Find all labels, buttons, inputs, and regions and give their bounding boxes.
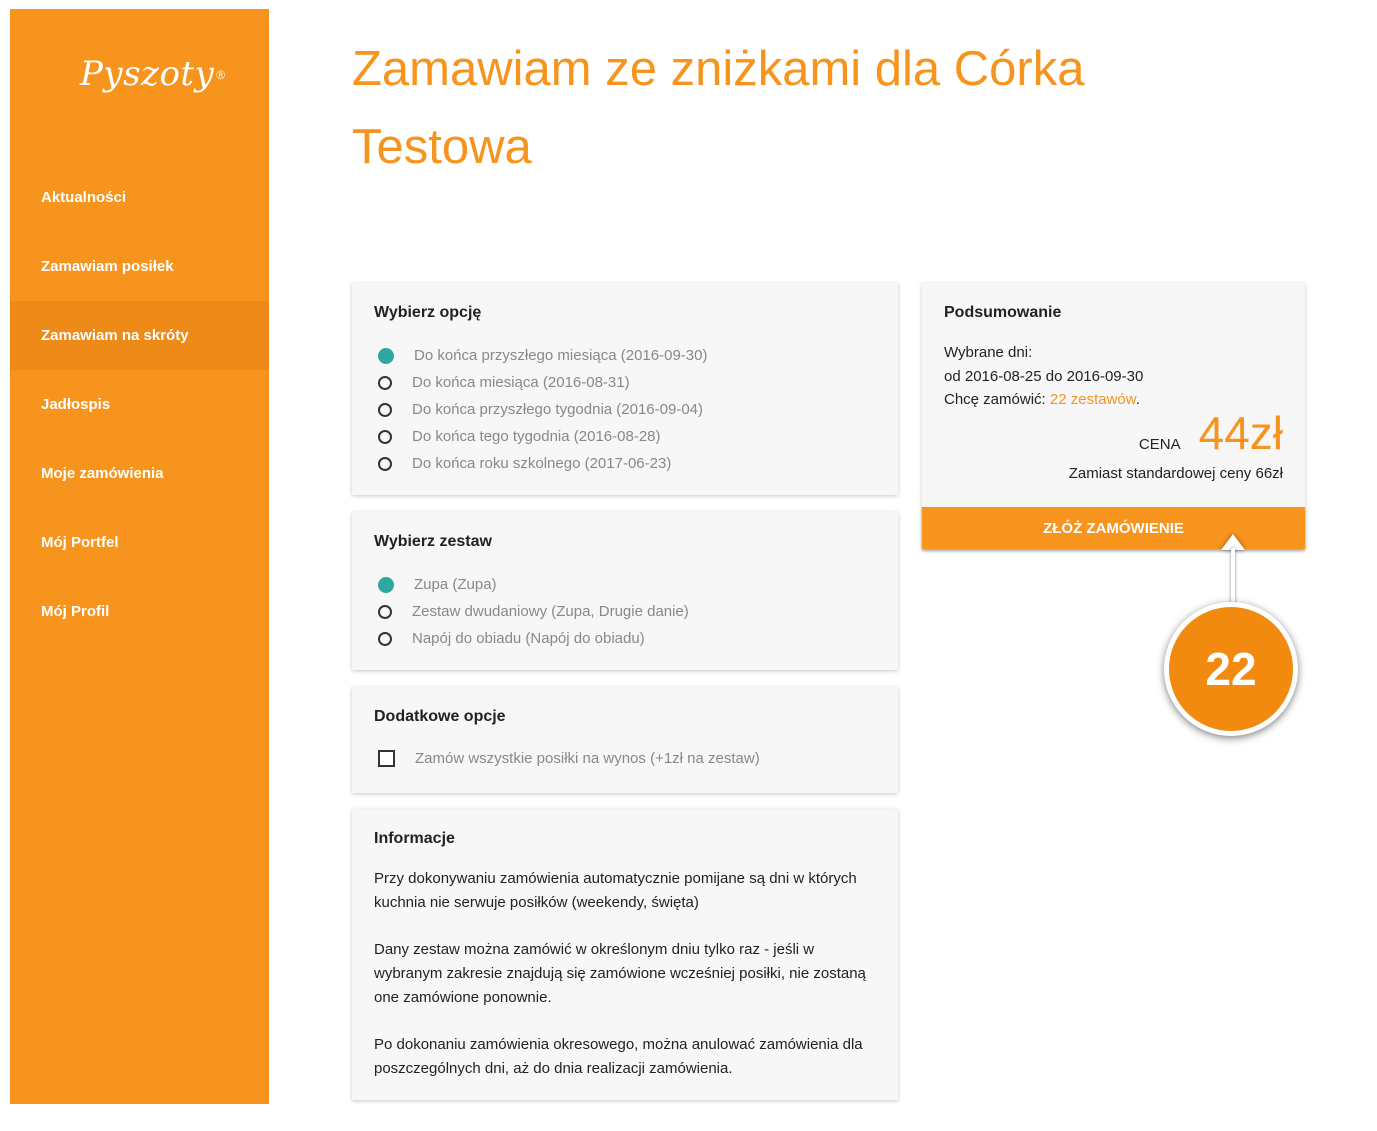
info-paragraph: Przy dokonywaniu zamówienia automatyczni…	[374, 870, 857, 911]
page-title: Zamawiam ze zniżkami dla Córka Testowa	[352, 30, 1252, 186]
callout-badge: 22	[1164, 602, 1298, 736]
radio-unchecked-icon[interactable]	[378, 456, 392, 471]
sidebar-item-jadlospis[interactable]: Jadłospis	[10, 370, 269, 439]
option-radio-item[interactable]: Do końca tego tygodnia (2016-08-28)	[378, 423, 707, 450]
set-radio-item[interactable]: Zestaw dwudaniowy (Zupa, Drugie danie)	[378, 598, 689, 625]
option-label: Do końca przyszłego tygodnia (2016-09-04…	[412, 401, 703, 418]
standard-price-note: Zamiast standardowej ceny 66zł	[1068, 465, 1283, 482]
sidebar-item-aktualnosci[interactable]: Aktualności	[10, 163, 269, 232]
order-count-value: 22 zestawów	[1049, 391, 1136, 408]
sidebar-item-zamawiam-na-skroty[interactable]: Zamawiam na skróty	[10, 301, 269, 370]
option-radio-item[interactable]: Do końca miesiąca (2016-08-31)	[378, 369, 707, 396]
selected-date-range: od 2016-08-25 do 2016-09-30	[944, 367, 1144, 385]
option-label: Do końca roku szkolnego (2017-06-23)	[412, 455, 672, 472]
callout-line	[1231, 548, 1235, 610]
logo-text: Pyszoty	[80, 54, 215, 94]
checkbox-icon[interactable]	[378, 750, 395, 767]
set-label: Napój do obiadu (Napój do obiadu)	[412, 630, 645, 647]
info-card: Informacje Przy dokonywaniu zamówienia a…	[352, 809, 898, 1100]
set-radio-item[interactable]: Zupa (Zupa)	[378, 571, 689, 598]
order-count-line: Chcę zamówić: 22 zestawów.	[944, 388, 1143, 412]
radio-checked-icon[interactable]	[378, 576, 394, 593]
summary-title: Podsumowanie	[944, 304, 1062, 321]
option-card-title: Wybierz opcję	[374, 304, 482, 321]
page-title-line-1: Zamawiam ze zniżkami dla Córka	[352, 42, 1085, 96]
info-text: Przy dokonywaniu zamówienia automatyczni…	[374, 867, 884, 1104]
page-title-line-2: Testowa	[352, 120, 532, 174]
set-radio-group: Zupa (Zupa) Zestaw dwudaniowy (Zupa, Dru…	[378, 571, 689, 652]
option-radio-item[interactable]: Do końca przyszłego tygodnia (2016-09-04…	[378, 396, 707, 423]
radio-checked-icon[interactable]	[378, 347, 394, 364]
takeaway-checkbox-item[interactable]: Zamów wszystkie posiłki na wynos (+1zł n…	[378, 745, 760, 772]
option-label: Do końca miesiąca (2016-08-31)	[412, 374, 630, 391]
sidebar-item-moje-zamowienia[interactable]: Moje zamówienia	[10, 439, 269, 508]
sidebar-nav: Aktualności Zamawiam posiłek Zamawiam na…	[10, 163, 269, 646]
price-row: CENA 44zł	[1139, 410, 1283, 456]
summary-card: Podsumowanie Wybrane dni: od 2016-08-25 …	[922, 283, 1305, 549]
extras-card-title: Dodatkowe opcje	[374, 708, 506, 725]
radio-unchecked-icon[interactable]	[378, 375, 392, 390]
registered-mark: ®	[216, 67, 226, 82]
logo[interactable]: Pyszoty ®	[80, 54, 225, 114]
radio-unchecked-icon[interactable]	[378, 429, 392, 444]
info-paragraph: Dany zestaw można zamówić w określonym d…	[374, 941, 866, 1006]
price-label: CENA	[1138, 436, 1181, 453]
sidebar: Pyszoty ® Aktualności Zamawiam posiłek Za…	[10, 9, 269, 1104]
set-label: Zupa (Zupa)	[414, 576, 497, 593]
option-card: Wybierz opcję Do końca przyszłego miesią…	[352, 283, 898, 495]
option-radio-item[interactable]: Do końca przyszłego miesiąca (2016-09-30…	[378, 342, 707, 369]
sidebar-item-zamawiam-posilek[interactable]: Zamawiam posiłek	[10, 232, 269, 301]
radio-unchecked-icon[interactable]	[378, 604, 392, 619]
option-label: Do końca przyszłego miesiąca (2016-09-30…	[414, 347, 708, 364]
selected-days-label: Wybrane dni:	[944, 344, 1033, 361]
order-count-suffix: .	[1135, 391, 1140, 408]
summary-details: Wybrane dni: od 2016-08-25 do 2016-09-30…	[944, 341, 1143, 412]
radio-unchecked-icon[interactable]	[378, 402, 392, 417]
place-order-button[interactable]: ZŁÓŻ ZAMÓWIENIE	[922, 507, 1305, 549]
radio-unchecked-icon[interactable]	[378, 631, 392, 646]
sidebar-item-moj-portfel[interactable]: Mój Portfel	[10, 508, 269, 577]
option-label: Do końca tego tygodnia (2016-08-28)	[412, 428, 661, 445]
extras-list: Zamów wszystkie posiłki na wynos (+1zł n…	[378, 745, 760, 772]
set-label: Zestaw dwudaniowy (Zupa, Drugie danie)	[412, 603, 689, 620]
info-paragraph: Po dokonaniu zamówienia okresowego, możn…	[374, 1036, 863, 1077]
extras-card: Dodatkowe opcje Zamów wszystkie posiłki …	[352, 687, 898, 793]
option-radio-item[interactable]: Do końca roku szkolnego (2017-06-23)	[378, 450, 707, 477]
sidebar-item-moj-profil[interactable]: Mój Profil	[10, 577, 269, 646]
takeaway-label: Zamów wszystkie posiłki na wynos (+1zł n…	[415, 750, 760, 767]
order-count-prefix: Chcę zamówić:	[944, 391, 1050, 408]
set-card-title: Wybierz zestaw	[374, 533, 492, 550]
price-value: 44zł	[1198, 407, 1283, 459]
set-card: Wybierz zestaw Zupa (Zupa) Zestaw dwudan…	[352, 512, 898, 670]
set-radio-item[interactable]: Napój do obiadu (Napój do obiadu)	[378, 625, 689, 652]
option-radio-group: Do końca przyszłego miesiąca (2016-09-30…	[378, 342, 707, 477]
info-card-title: Informacje	[374, 830, 455, 847]
